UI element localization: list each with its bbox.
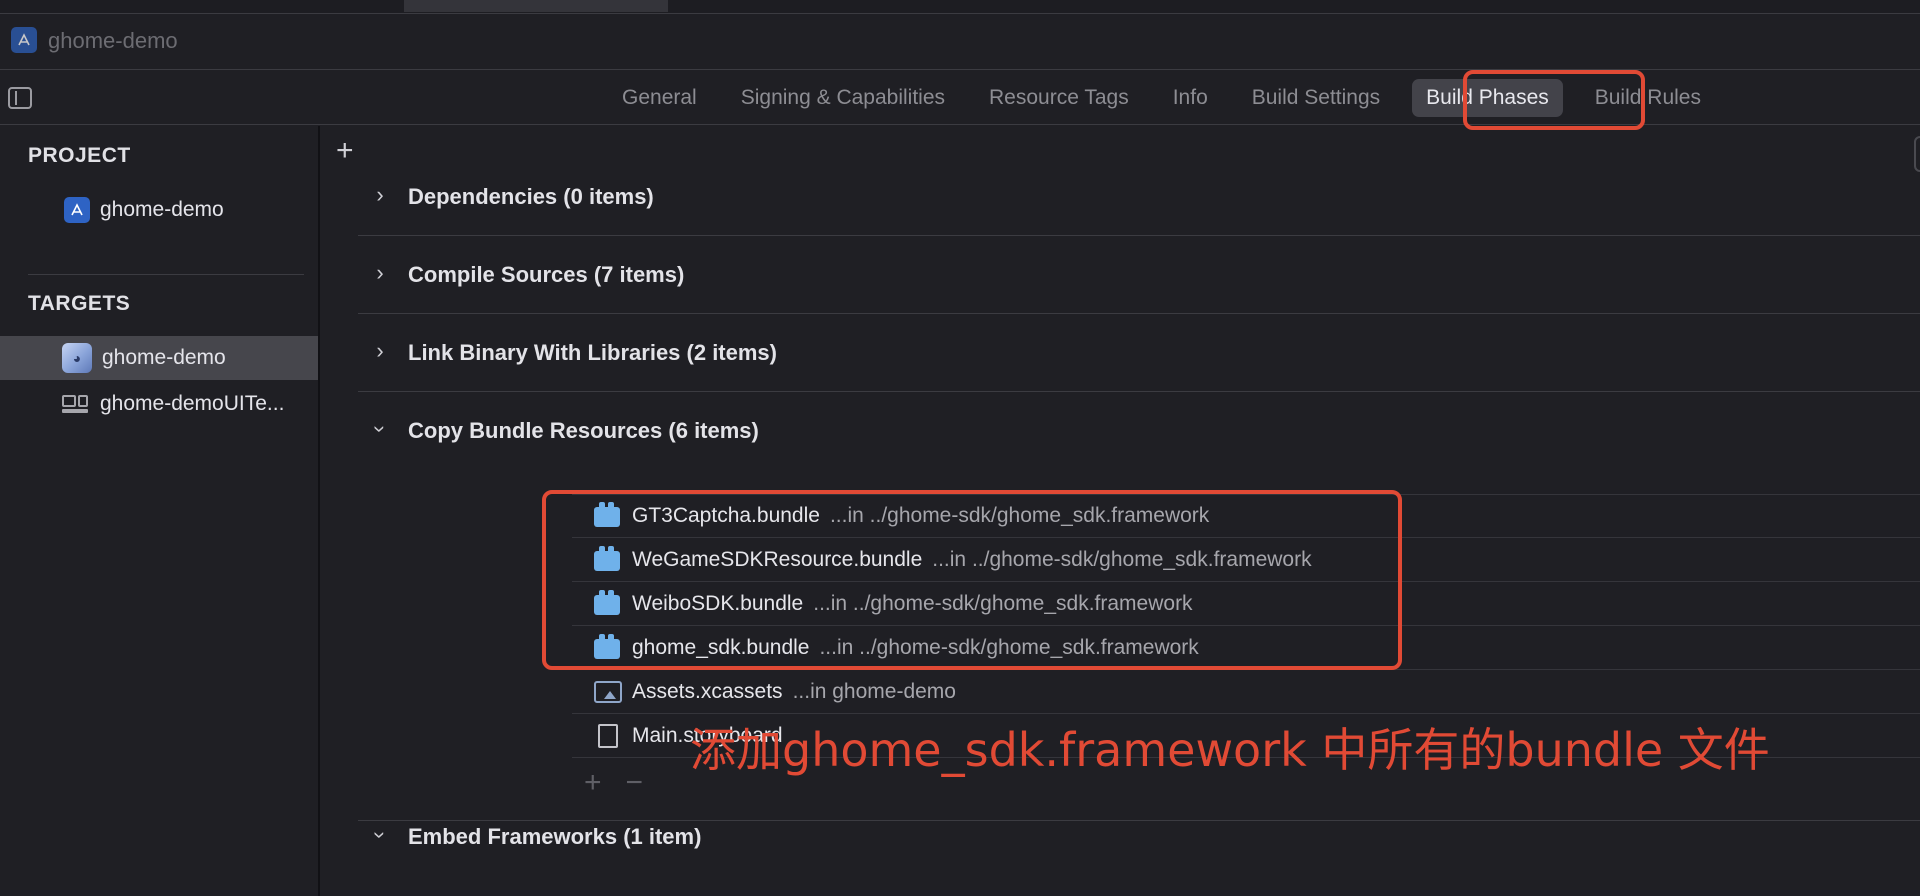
chevron-down-icon[interactable]: › <box>367 419 393 439</box>
window-tab-indicator[interactable] <box>404 0 668 12</box>
resource-name: ghome_sdk.bundle <box>632 635 810 659</box>
sidebar-item-label: ghome-demo <box>102 346 226 369</box>
chevron-right-icon[interactable]: › <box>370 260 390 286</box>
sidebar-item-target-uitests[interactable]: ghome-demoUITe... <box>0 382 318 426</box>
targets-section-header: TARGETS <box>28 292 131 315</box>
add-resource-button[interactable]: + <box>584 766 602 800</box>
document-icon <box>598 723 618 748</box>
phase-link-binary[interactable]: › Link Binary With Libraries (2 items) <box>358 314 1920 392</box>
resource-add-remove: + − <box>584 766 643 800</box>
app-target-icon: ◕ <box>62 343 92 373</box>
tab-build-phases[interactable]: Build Phases <box>1412 78 1563 117</box>
resource-path: ...in ../ghome-sdk/ghome_sdk.framework <box>819 635 1199 659</box>
annotation-text: 添加ghome_sdk.framework 中所有的bundle 文件 <box>690 723 1770 777</box>
project-navigator-sidebar: PROJECT ghome-demo TARGETS ◕ ghome-demo … <box>0 126 320 896</box>
resource-name: Assets.xcassets <box>632 679 783 703</box>
project-icon <box>64 197 90 223</box>
tab-general[interactable]: General <box>600 79 719 117</box>
tab-build-rules[interactable]: Build Rules <box>1573 79 1723 117</box>
project-app-icon <box>11 27 37 53</box>
phase-title: Embed Frameworks (1 item) <box>408 824 702 849</box>
chevron-right-icon[interactable]: › <box>370 338 390 364</box>
asset-catalog-icon <box>594 680 622 703</box>
ui-test-target-icon <box>62 393 90 415</box>
sidebar-item-target-app[interactable]: ◕ ghome-demo <box>0 336 318 380</box>
add-build-phase-button[interactable]: + <box>336 136 354 166</box>
sidebar-item-label: ghome-demoUITe... <box>100 392 285 415</box>
phase-compile-sources[interactable]: › Compile Sources (7 items) <box>358 236 1920 314</box>
phase-embed-frameworks[interactable]: › Embed Frameworks (1 item) <box>358 798 1920 858</box>
tab-resource-tags[interactable]: Resource Tags <box>967 79 1151 117</box>
phase-title: Copy Bundle Resources (6 items) <box>408 418 759 443</box>
resource-name: WeGameSDKResource.bundle <box>632 547 923 571</box>
tab-build-settings[interactable]: Build Settings <box>1230 79 1402 117</box>
bundle-icon <box>594 589 620 615</box>
resource-row[interactable]: Assets.xcassets ...in ghome-demo <box>572 670 1920 714</box>
tab-info[interactable]: Info <box>1151 79 1230 117</box>
phase-title: Dependencies (0 items) <box>408 184 654 209</box>
resource-name: WeiboSDK.bundle <box>632 591 804 615</box>
phase-title: Link Binary With Libraries (2 items) <box>408 340 777 365</box>
editor-tabs: General Signing & Capabilities Resource … <box>600 70 1723 125</box>
title-bar: ghome-demo <box>0 14 1920 70</box>
sidebar-toggle-icon[interactable] <box>8 87 32 109</box>
chevron-down-icon[interactable]: › <box>367 825 393 845</box>
sidebar-divider <box>28 274 304 275</box>
remove-resource-button[interactable]: − <box>626 766 644 800</box>
resource-path: ...in ../ghome-sdk/ghome_sdk.framework <box>829 504 1210 527</box>
phase-copy-bundle-resources[interactable]: › Copy Bundle Resources (6 items) <box>358 392 1920 470</box>
bundle-icon <box>594 502 620 527</box>
sidebar-item-project[interactable]: ghome-demo <box>0 188 318 232</box>
resource-row[interactable]: ghome_sdk.bundle ...in ../ghome-sdk/ghom… <box>572 626 1920 670</box>
phase-divider <box>358 820 1920 821</box>
window-title: ghome-demo <box>48 28 178 53</box>
resource-path: ...in ../ghome-sdk/ghome_sdk.framework <box>813 591 1193 615</box>
chevron-right-icon[interactable]: › <box>370 182 390 208</box>
resource-path: ...in ghome-demo <box>792 679 956 703</box>
editor-tab-bar: General Signing & Capabilities Resource … <box>0 70 1920 125</box>
sidebar-item-label: ghome-demo <box>100 198 224 221</box>
resource-row[interactable]: GT3Captcha.bundle ...in ../ghome-sdk/gho… <box>572 494 1920 538</box>
resource-name: GT3Captcha.bundle <box>632 504 820 527</box>
phase-title: Compile Sources (7 items) <box>408 262 685 287</box>
project-section-header: PROJECT <box>28 144 131 167</box>
bundle-icon <box>594 545 620 571</box>
resource-row[interactable]: WeGameSDKResource.bundle ...in ../ghome-… <box>572 538 1920 582</box>
resource-row[interactable]: WeiboSDK.bundle ...in ../ghome-sdk/ghome… <box>572 582 1920 626</box>
bundle-icon <box>594 633 620 659</box>
phase-dependencies[interactable]: › Dependencies (0 items) <box>358 158 1920 236</box>
tab-signing-capabilities[interactable]: Signing & Capabilities <box>719 79 967 117</box>
resource-path: ...in ../ghome-sdk/ghome_sdk.framework <box>932 547 1312 571</box>
window-tab-strip <box>0 0 1920 14</box>
